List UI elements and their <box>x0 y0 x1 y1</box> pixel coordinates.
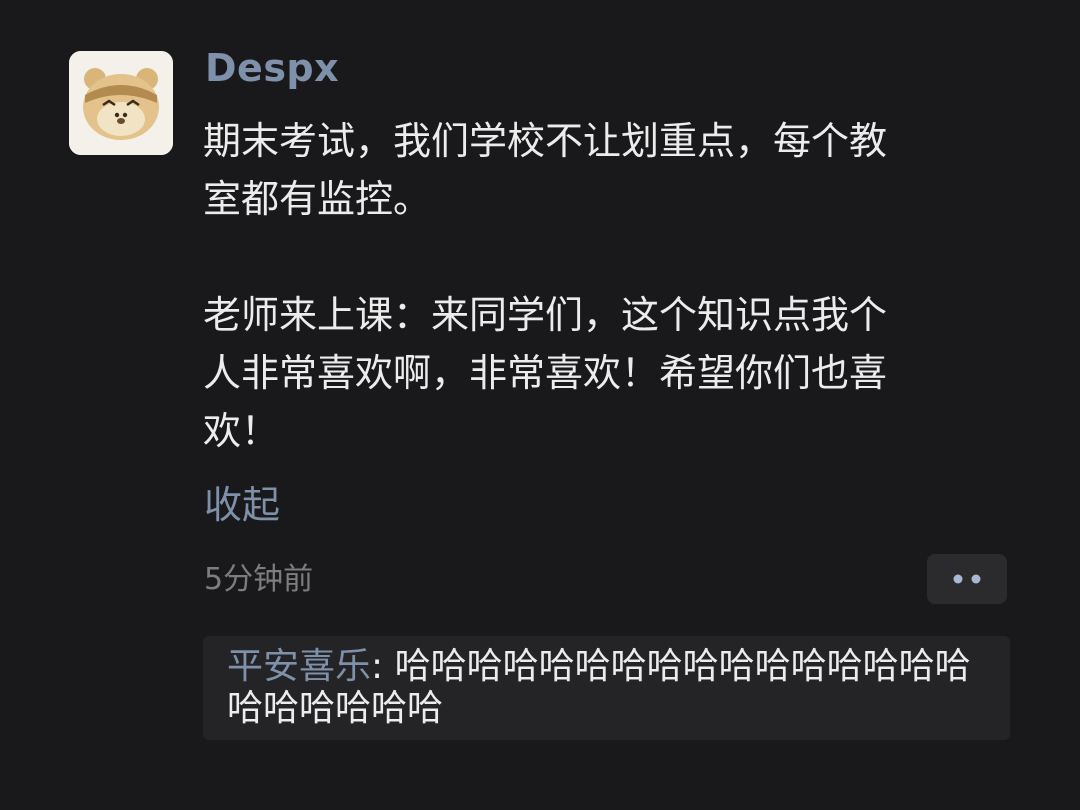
comment-separator: : <box>371 646 395 687</box>
post-content: 期末考试，我们学校不让划重点，每个教 室都有监控。 老师来上课：来同学们，这个知… <box>203 112 1003 460</box>
comment-author[interactable]: 平安喜乐 <box>227 646 371 687</box>
avatar[interactable] <box>69 51 173 155</box>
more-dots-icon <box>953 574 981 584</box>
moment-post: Despx 期末考试，我们学校不让划重点，每个教 室都有监控。 老师来上课：来同… <box>0 0 1080 810</box>
post-timestamp: 5分钟前 <box>204 562 314 597</box>
comment-item[interactable]: 平安喜乐: 哈哈哈哈哈哈哈哈哈哈哈哈哈哈哈哈哈哈哈哈哈哈 <box>227 646 987 730</box>
collapse-link[interactable]: 收起 <box>204 479 280 531</box>
username[interactable]: Despx <box>205 44 339 92</box>
comments-panel: 平安喜乐: 哈哈哈哈哈哈哈哈哈哈哈哈哈哈哈哈哈哈哈哈哈哈 <box>203 636 1010 740</box>
post-paragraph: 期末考试，我们学校不让划重点，每个教 室都有监控。 <box>203 119 888 221</box>
more-actions-button[interactable] <box>927 554 1007 604</box>
bear-avatar-icon <box>69 51 173 155</box>
post-paragraph: 老师来上课：来同学们，这个知识点我个 人非常喜欢啊，非常喜欢！希望你们也喜 欢！ <box>203 293 888 453</box>
